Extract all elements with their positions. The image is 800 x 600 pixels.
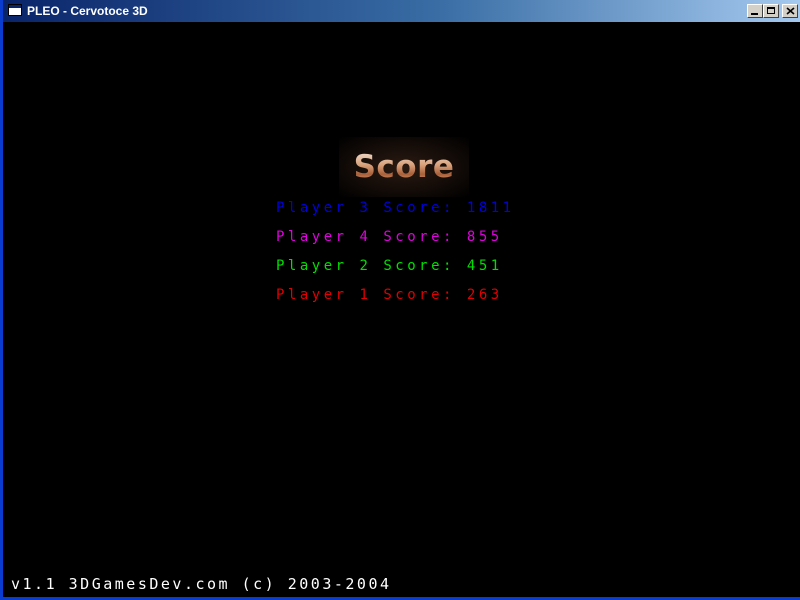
score-value: 1811 [466, 200, 515, 216]
score-label: Score: [383, 258, 455, 274]
maximize-button[interactable] [763, 4, 779, 18]
footer-version: v1.1 3DGamesDev.com (c) 2003-2004 [11, 575, 392, 593]
score-value: 263 [466, 287, 503, 303]
window-icon [8, 4, 22, 16]
score-label: Score: [383, 287, 455, 303]
game-screen: Score Player 3 Score: 1811 Player 4 Score… [6, 22, 800, 597]
score-row: Player 2 Score: 451 [276, 252, 515, 281]
window-title: PLEO - Cervotoce 3D [27, 4, 148, 18]
score-value: 451 [466, 258, 503, 274]
score-value: 855 [466, 229, 503, 245]
minimize-button[interactable] [747, 4, 763, 18]
close-button[interactable] [782, 4, 798, 18]
player-name: Player 1 [276, 287, 372, 303]
score-label: Score: [383, 200, 455, 216]
close-icon [786, 7, 795, 15]
score-list: Player 3 Score: 1811 Player 4 Score: 855 P… [276, 194, 515, 310]
player-name: Player 3 [276, 200, 372, 216]
score-row: Player 4 Score: 855 [276, 223, 515, 252]
score-row: Player 3 Score: 1811 [276, 194, 515, 223]
score-logo-text: Score [353, 149, 455, 185]
player-name: Player 4 [276, 229, 372, 245]
app-window: PLEO - Cervotoce 3D Score Player 3 Score… [0, 0, 800, 600]
score-logo: Score [339, 137, 469, 197]
score-row: Player 1 Score: 263 [276, 281, 515, 310]
title-bar[interactable]: PLEO - Cervotoce 3D [3, 0, 800, 22]
score-label: Score: [383, 229, 455, 245]
player-name: Player 2 [276, 258, 372, 274]
